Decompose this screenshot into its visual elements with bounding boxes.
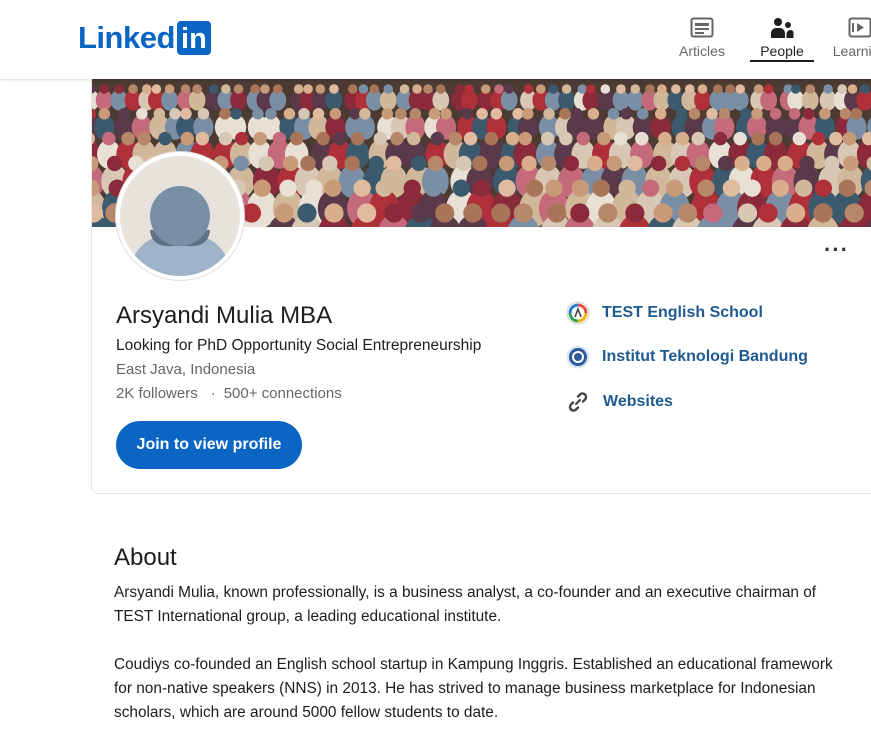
about-paragraph: Arsyandi Mulia, known professionally, is… <box>114 584 817 625</box>
avatar-head <box>150 186 210 246</box>
link-icon <box>566 390 590 414</box>
nav-item-articles[interactable]: Articles <box>676 12 728 62</box>
school-logo-icon <box>566 345 590 369</box>
join-to-view-profile-button[interactable]: Join to view profile <box>116 421 302 469</box>
experience-link-label: TEST English School <box>602 304 763 321</box>
education-link-label: Institut Teknologi Bandung <box>602 348 808 365</box>
nav-item-people[interactable]: People <box>750 12 814 62</box>
about-section-title: About <box>114 544 177 571</box>
linkedin-logo[interactable]: Linked in <box>78 21 211 55</box>
profile-stats: 2K followers · 500+ connections <box>116 385 342 402</box>
nav-label-articles: Articles <box>679 43 725 59</box>
experience-link-test-english-school[interactable]: TEST English School <box>566 300 763 326</box>
more-options-button[interactable]: ··· <box>824 239 849 261</box>
articles-icon <box>690 17 714 38</box>
profile-location: East Java, Indonesia <box>116 361 256 378</box>
profile-name: Arsyandi Mulia MBA <box>116 302 333 329</box>
profile-card: ··· Arsyandi Mulia MBA Looking for PhD O… <box>91 79 871 494</box>
nav-label-people: People <box>760 43 804 59</box>
company-logo-icon <box>566 301 590 325</box>
learning-icon <box>848 17 871 38</box>
connections-count: 500+ connections <box>223 385 342 402</box>
websites-link[interactable]: Websites <box>566 389 673 415</box>
nav-label-learning: Learning <box>832 43 871 59</box>
people-icon <box>771 18 794 38</box>
followers-count: 2K followers <box>116 385 198 402</box>
websites-link-label: Websites <box>603 393 673 410</box>
profile-headline: Looking for PhD Opportunity Social Entre… <box>116 337 482 354</box>
top-nav-bar: Linked in Articles People Learning <box>0 0 871 79</box>
nav-item-learning[interactable]: Learning <box>830 12 871 62</box>
stats-separator: · <box>210 385 216 402</box>
avatar <box>116 152 244 280</box>
about-section-text: Arsyandi Mulia, known professionally, is… <box>114 581 854 725</box>
logo-wordmark: Linked <box>78 20 175 55</box>
logo-in-box: in <box>176 21 211 55</box>
about-paragraph: Coudiys co-founded an English school sta… <box>114 656 833 721</box>
education-link-itb[interactable]: Institut Teknologi Bandung <box>566 344 808 370</box>
